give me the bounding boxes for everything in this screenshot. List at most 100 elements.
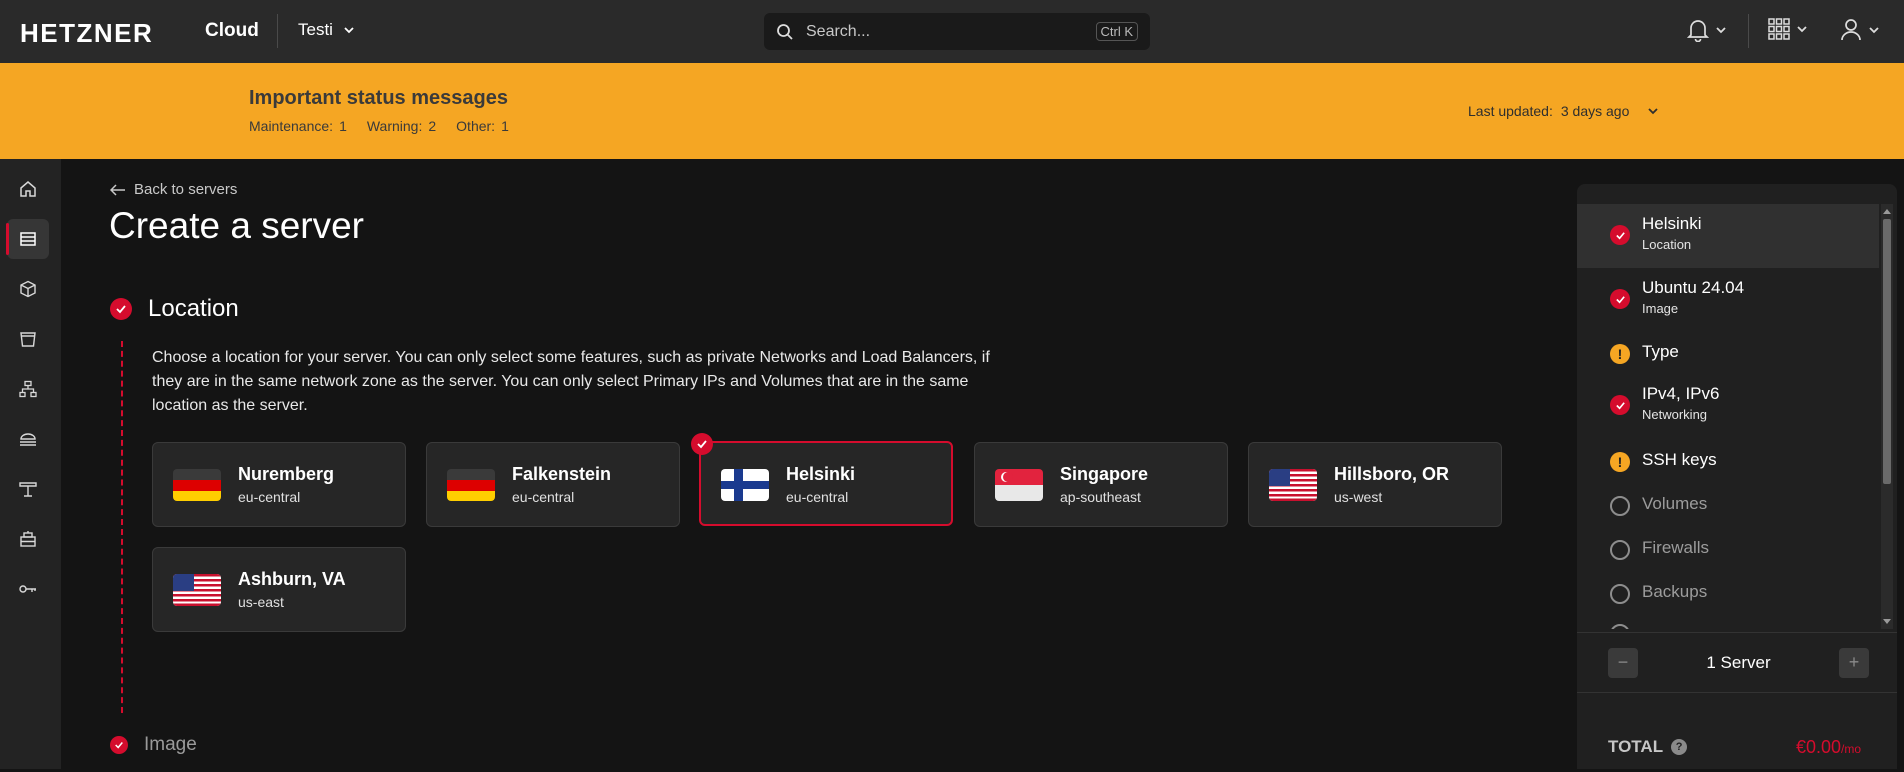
apps-button[interactable]	[1768, 18, 1808, 40]
empty-circle-icon	[1610, 584, 1630, 604]
back-label: Back to servers	[134, 181, 238, 198]
step-image[interactable]: Ubuntu 24.04 Image	[1577, 268, 1879, 332]
step-more[interactable]	[1577, 616, 1879, 629]
sidebar-item-load-balancers[interactable]	[7, 419, 49, 459]
hetzner-logo[interactable]: HETZNER	[20, 18, 153, 49]
grid-icon	[1768, 18, 1790, 40]
location-zone: eu-central	[238, 489, 301, 505]
server-quantity: − 1 Server +	[1577, 632, 1897, 692]
step-subtitle: Networking	[1642, 407, 1708, 422]
quantity-label: 1 Server	[1706, 652, 1771, 672]
decrease-button[interactable]: −	[1608, 647, 1638, 678]
back-link[interactable]: Back to servers	[110, 181, 237, 198]
location-heading: Location	[148, 295, 239, 322]
step-firewalls[interactable]: Firewalls	[1577, 530, 1879, 570]
chevron-down-icon	[1716, 27, 1726, 34]
account-button[interactable]	[1840, 18, 1880, 42]
step-type[interactable]: ! Type	[1577, 334, 1879, 374]
location-zone: us-east	[238, 594, 284, 610]
scroll-up-icon[interactable]	[1883, 208, 1891, 214]
singapore-flag-icon	[995, 469, 1043, 501]
step-title: SSH keys	[1642, 450, 1717, 469]
location-name: Singapore	[1060, 464, 1149, 484]
location-card-singapore[interactable]: Singapore ap-southeast	[974, 442, 1228, 527]
sidebar-item-home[interactable]	[7, 169, 49, 209]
image-section-header[interactable]: Image	[110, 734, 197, 756]
sidebar-item-robots[interactable]	[7, 519, 49, 559]
check-icon	[110, 736, 128, 754]
location-zone: eu-central	[512, 489, 575, 505]
location-card-helsinki[interactable]: Helsinki eu-central	[691, 433, 953, 526]
location-card-ashburn[interactable]: Ashburn, VA us-east	[152, 547, 406, 632]
location-name: Helsinki	[786, 464, 856, 484]
top-bar: HETZNER Cloud Testi Ctrl K	[0, 0, 1904, 63]
step-title: Ubuntu 24.04	[1642, 278, 1745, 297]
scroll-down-icon[interactable]	[1883, 619, 1891, 625]
step-title: Backups	[1642, 582, 1708, 601]
updated-value: 3 days ago	[1560, 103, 1630, 119]
empty-circle-icon	[1610, 540, 1630, 560]
section-line	[121, 341, 123, 713]
increase-button[interactable]: +	[1839, 647, 1869, 678]
location-name: Nuremberg	[238, 464, 335, 484]
step-title: Firewalls	[1642, 538, 1710, 557]
chevron-down-icon	[1869, 27, 1879, 34]
product-name[interactable]: Cloud	[205, 20, 259, 42]
warning-count[interactable]: Warning: 2	[367, 118, 436, 134]
step-ssh-keys[interactable]: ! SSH keys	[1577, 442, 1879, 482]
cube-icon	[20, 280, 36, 298]
check-icon	[110, 298, 132, 320]
location-name: Hillsboro, OR	[1334, 464, 1450, 484]
finland-flag-icon	[721, 469, 769, 501]
empty-circle-icon	[1610, 496, 1630, 516]
main-content: Back to servers Create a server Location…	[61, 159, 1577, 769]
location-section-header[interactable]: Location	[110, 295, 239, 323]
location-card-falkenstein[interactable]: Falkenstein eu-central	[426, 442, 680, 527]
divider	[277, 14, 278, 48]
status-counts: Maintenance: 1 Warning: 2 Other: 1	[249, 118, 509, 134]
project-selector[interactable]: Testi	[298, 20, 355, 40]
step-subtitle: Image	[1642, 301, 1679, 316]
step-title: IPv4, IPv6	[1642, 384, 1720, 403]
search-shortcut: Ctrl K	[1095, 22, 1138, 41]
search-box[interactable]: Ctrl K	[764, 13, 1150, 50]
location-description: Choose a location for your server. You c…	[152, 349, 990, 414]
sidebar	[0, 159, 61, 769]
servers-icon	[20, 232, 36, 246]
last-updated[interactable]: Last updated: 3 days ago	[1468, 103, 1659, 119]
location-card-hillsboro[interactable]: Hillsboro, OR us-west	[1248, 442, 1502, 527]
usa-flag-icon	[1269, 469, 1317, 501]
location-card-nuremberg[interactable]: Nuremberg eu-central	[152, 442, 406, 527]
warning-icon: !	[1610, 344, 1630, 364]
search-icon	[777, 23, 793, 40]
project-name: Testi	[298, 20, 333, 39]
location-name: Ashburn, VA	[238, 569, 346, 589]
sidebar-item-keys[interactable]	[7, 569, 49, 609]
step-volumes[interactable]: Volumes	[1577, 486, 1879, 526]
notifications-button[interactable]	[1687, 18, 1727, 42]
status-banner: Important status messages Maintenance: 1 …	[0, 63, 1904, 159]
search-input[interactable]	[806, 22, 1084, 41]
page-title: Create a server	[109, 205, 364, 246]
updated-label: Last updated:	[1468, 103, 1553, 119]
help-icon[interactable]: ?	[1671, 739, 1688, 755]
banner-title: Important status messages	[249, 87, 508, 109]
step-networking[interactable]: IPv4, IPv6 Networking	[1577, 374, 1879, 438]
sidebar-item-volumes[interactable]	[7, 269, 49, 309]
sidebar-item-servers[interactable]	[6, 219, 49, 259]
usa-flag-icon	[173, 574, 221, 606]
maintenance-count[interactable]: Maintenance: 1	[249, 118, 347, 134]
step-subtitle: Location	[1642, 237, 1692, 252]
chevron-down-icon	[344, 27, 354, 34]
warning-icon: !	[1610, 452, 1630, 472]
home-icon	[20, 181, 36, 197]
empty-circle-icon	[1610, 624, 1630, 629]
step-backups[interactable]: Backups	[1577, 574, 1879, 614]
summary-panel: Helsinki Location Ubuntu 24.04 Image ! Typ…	[1577, 184, 1897, 769]
step-location[interactable]: Helsinki Location	[1577, 204, 1879, 268]
scrollbar-thumb[interactable]	[1883, 219, 1891, 484]
other-count[interactable]: Other: 1	[456, 118, 509, 134]
sidebar-item-networks[interactable]	[7, 369, 49, 409]
sidebar-item-storage[interactable]	[7, 319, 49, 359]
sidebar-item-firewalls[interactable]	[7, 469, 49, 509]
